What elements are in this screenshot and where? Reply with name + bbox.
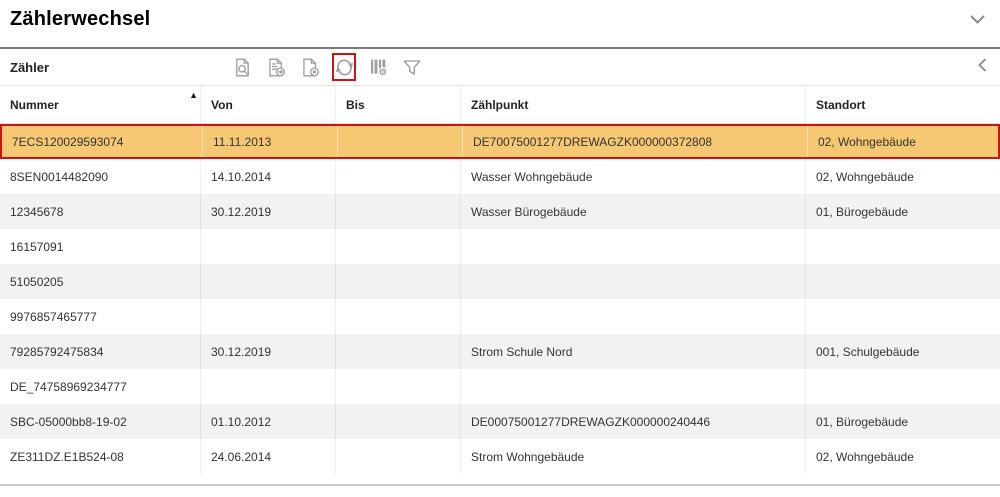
cell-nummer: ZE311DZ.E1B524-08 <box>0 439 200 474</box>
cell-standort <box>805 299 1000 334</box>
cell-bis <box>335 404 460 439</box>
document-search-icon <box>232 56 253 79</box>
column-label: Standort <box>816 98 865 112</box>
cell-von: 24.06.2014 <box>200 439 335 474</box>
sort-ascending-icon: ▲ <box>189 90 198 100</box>
cell-von: 01.10.2012 <box>200 404 335 439</box>
cell-von <box>200 229 335 264</box>
cell-nummer: 51050205 <box>0 264 200 299</box>
cell-von <box>200 299 335 334</box>
cell-zaehlpunkt: Wasser Bürogebäude <box>460 194 805 229</box>
page-header: Zählerwechsel <box>0 0 1000 47</box>
table-row[interactable]: 79285792475834 30.12.2019 Strom Schule N… <box>0 334 1000 369</box>
chevron-left-icon[interactable] <box>977 57 988 78</box>
table-row[interactable]: SBC-05000bb8-19-02 01.10.2012 DE00075001… <box>0 404 1000 439</box>
cell-bis <box>335 369 460 404</box>
table-row[interactable]: 16157091 <box>0 229 1000 264</box>
table-header-row: Nummer ▲ Von Bis Zählpunkt Standort <box>0 86 1000 124</box>
cell-standort: 02, Wohngebäude <box>807 126 998 157</box>
cell-von: 14.10.2014 <box>200 159 335 194</box>
table-row[interactable]: 9976857465777 <box>0 299 1000 334</box>
cell-von <box>200 369 335 404</box>
cell-standort: 01, Bürogebäude <box>805 194 1000 229</box>
cell-zaehlpunkt <box>460 264 805 299</box>
document-delete-icon <box>300 56 321 79</box>
cell-bis <box>335 229 460 264</box>
cell-nummer: 12345678 <box>0 194 200 229</box>
cell-bis <box>335 299 460 334</box>
filter-button[interactable] <box>400 53 424 81</box>
cell-von: 30.12.2019 <box>200 194 335 229</box>
cell-von: 30.12.2019 <box>200 334 335 369</box>
refresh-button[interactable] <box>332 53 356 81</box>
table-row[interactable]: 8SEN0014482090 14.10.2014 Wasser Wohngeb… <box>0 159 1000 194</box>
barcode-settings-icon <box>368 56 389 79</box>
table-body: 7ECS120029593074 11.11.2013 DE7007500127… <box>0 124 1000 474</box>
filter-icon <box>401 56 423 79</box>
cell-zaehlpunkt: Strom Wohngebäude <box>460 439 805 474</box>
table-toolbar: Zähler <box>0 49 1000 86</box>
column-label: Zählpunkt <box>471 98 528 112</box>
cell-bis <box>335 439 460 474</box>
column-header-bis[interactable]: Bis <box>335 86 460 123</box>
cell-bis <box>335 264 460 299</box>
column-header-standort[interactable]: Standort <box>805 86 1000 123</box>
cell-bis <box>335 194 460 229</box>
document-delete-button[interactable] <box>298 53 322 81</box>
column-header-nummer[interactable]: Nummer ▲ <box>0 86 200 123</box>
cell-von: 11.11.2013 <box>202 126 337 157</box>
panel-title: Zähler <box>10 60 49 75</box>
cell-nummer: 7ECS120029593074 <box>2 126 202 157</box>
chevron-down-icon[interactable] <box>969 12 986 30</box>
cell-zaehlpunkt: Wasser Wohngebäude <box>460 159 805 194</box>
cell-bis <box>335 159 460 194</box>
table-row[interactable]: DE_74758969234777 <box>0 369 1000 404</box>
cell-von <box>200 264 335 299</box>
toolbar-icon-group <box>0 53 424 81</box>
cell-nummer: SBC-05000bb8-19-02 <box>0 404 200 439</box>
cell-nummer: 8SEN0014482090 <box>0 159 200 194</box>
column-header-von[interactable]: Von <box>200 86 335 123</box>
cell-zaehlpunkt: Strom Schule Nord <box>460 334 805 369</box>
table-bottom-border <box>0 474 1000 486</box>
cell-nummer: 16157091 <box>0 229 200 264</box>
table-row[interactable]: 51050205 <box>0 264 1000 299</box>
column-label: Von <box>211 98 233 112</box>
table-row[interactable]: ZE311DZ.E1B524-08 24.06.2014 Strom Wohng… <box>0 439 1000 474</box>
cell-bis <box>335 334 460 369</box>
column-header-zaehlpunkt[interactable]: Zählpunkt <box>460 86 805 123</box>
document-forward-button[interactable] <box>264 53 288 81</box>
column-label: Bis <box>346 98 365 112</box>
cell-standort <box>805 369 1000 404</box>
zaehlerwechsel-page: Zählerwechsel Zähler <box>0 0 1000 497</box>
cell-standort: 02, Wohngebäude <box>805 159 1000 194</box>
cell-standort <box>805 264 1000 299</box>
table-row[interactable]: 7ECS120029593074 11.11.2013 DE7007500127… <box>0 124 1000 159</box>
cell-nummer: DE_74758969234777 <box>0 369 200 404</box>
barcode-settings-button[interactable] <box>366 53 390 81</box>
cell-standort: 001, Schulgebäude <box>805 334 1000 369</box>
cell-zaehlpunkt <box>460 229 805 264</box>
column-label: Nummer <box>10 98 59 112</box>
page-title: Zählerwechsel <box>10 8 150 31</box>
cell-zaehlpunkt <box>460 369 805 404</box>
table-row[interactable]: 12345678 30.12.2019 Wasser Bürogebäude 0… <box>0 194 1000 229</box>
cell-standort: 02, Wohngebäude <box>805 439 1000 474</box>
cell-nummer: 79285792475834 <box>0 334 200 369</box>
cell-zaehlpunkt: DE00075001277DREWAGZK000000240446 <box>460 404 805 439</box>
document-forward-icon <box>266 56 287 79</box>
cell-bis <box>337 126 462 157</box>
cell-zaehlpunkt: DE70075001277DREWAGZK000000372808 <box>462 126 807 157</box>
cell-zaehlpunkt <box>460 299 805 334</box>
cell-nummer: 9976857465777 <box>0 299 200 334</box>
document-search-button[interactable] <box>230 53 254 81</box>
cell-standort <box>805 229 1000 264</box>
cell-standort: 01, Bürogebäude <box>805 404 1000 439</box>
refresh-icon <box>334 56 355 79</box>
